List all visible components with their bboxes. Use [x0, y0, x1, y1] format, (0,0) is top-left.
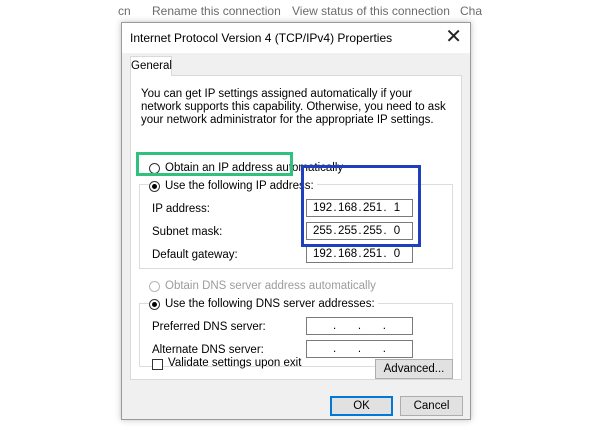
- intro-text: You can get IP settings assigned automat…: [141, 88, 446, 126]
- radio-obtain-dns-auto[interactable]: Obtain DNS server address automatically: [149, 280, 376, 292]
- title-bar: Internet Protocol Version 4 (TCP/IPv4) P…: [122, 23, 470, 53]
- radio-use-following-ip-label: Use the following IP address:: [165, 180, 314, 192]
- gateway-octet: 192: [313, 248, 333, 260]
- bg-item-0: cn: [118, 4, 131, 18]
- subnet-mask-label: Subnet mask:: [152, 226, 223, 238]
- advanced-button[interactable]: Advanced...: [375, 359, 453, 379]
- default-gateway-input[interactable]: 192. 168. 251. 0: [306, 245, 413, 263]
- radio-use-following-dns[interactable]: Use the following DNS server addresses:: [149, 298, 378, 310]
- octet-separator: .: [333, 343, 337, 355]
- ok-button[interactable]: OK: [330, 396, 393, 416]
- cancel-button[interactable]: Cancel: [400, 396, 463, 416]
- validate-settings-label: Validate settings upon exit: [168, 357, 302, 369]
- radio-obtain-dns-auto-label: Obtain DNS server address automatically: [165, 280, 376, 292]
- octet-separator: .: [333, 320, 337, 332]
- octet-separator: .: [382, 320, 386, 332]
- gateway-octet: 0: [393, 248, 401, 260]
- bg-item-change[interactable]: Cha: [460, 4, 482, 18]
- preferred-dns-input[interactable]: . . .: [306, 317, 413, 335]
- bg-item-rename[interactable]: Rename this connection: [152, 4, 281, 18]
- octet-separator: .: [357, 320, 362, 332]
- gateway-octet: 251: [363, 248, 383, 260]
- dialog-title: Internet Protocol Version 4 (TCP/IPv4) P…: [130, 31, 393, 45]
- alternate-dns-label: Alternate DNS server:: [152, 344, 264, 356]
- radio-selected-icon[interactable]: [149, 298, 160, 310]
- tab-general[interactable]: General: [130, 56, 172, 76]
- validate-settings-checkbox[interactable]: [152, 359, 163, 370]
- radio-disabled-icon: [149, 280, 160, 292]
- background-toolbar: cn Rename this connection View status of…: [0, 0, 592, 22]
- octet-separator: .: [357, 343, 362, 355]
- radio-selected-icon[interactable]: [149, 180, 160, 192]
- preferred-dns-label: Preferred DNS server:: [152, 321, 266, 333]
- radio-use-following-dns-label: Use the following DNS server addresses:: [165, 298, 375, 310]
- highlight-ip-fields: [301, 165, 421, 247]
- bg-item-view-status[interactable]: View status of this connection: [292, 4, 450, 18]
- default-gateway-label: Default gateway:: [152, 249, 238, 261]
- gateway-octet: 168: [338, 248, 358, 260]
- ip-address-label: IP address:: [152, 203, 210, 215]
- radio-use-following-ip[interactable]: Use the following IP address:: [149, 180, 317, 192]
- highlight-manual-ip-option: [136, 152, 293, 176]
- alternate-dns-input[interactable]: . . .: [306, 340, 413, 358]
- octet-separator: .: [382, 343, 386, 355]
- close-icon[interactable]: ✕: [445, 26, 462, 48]
